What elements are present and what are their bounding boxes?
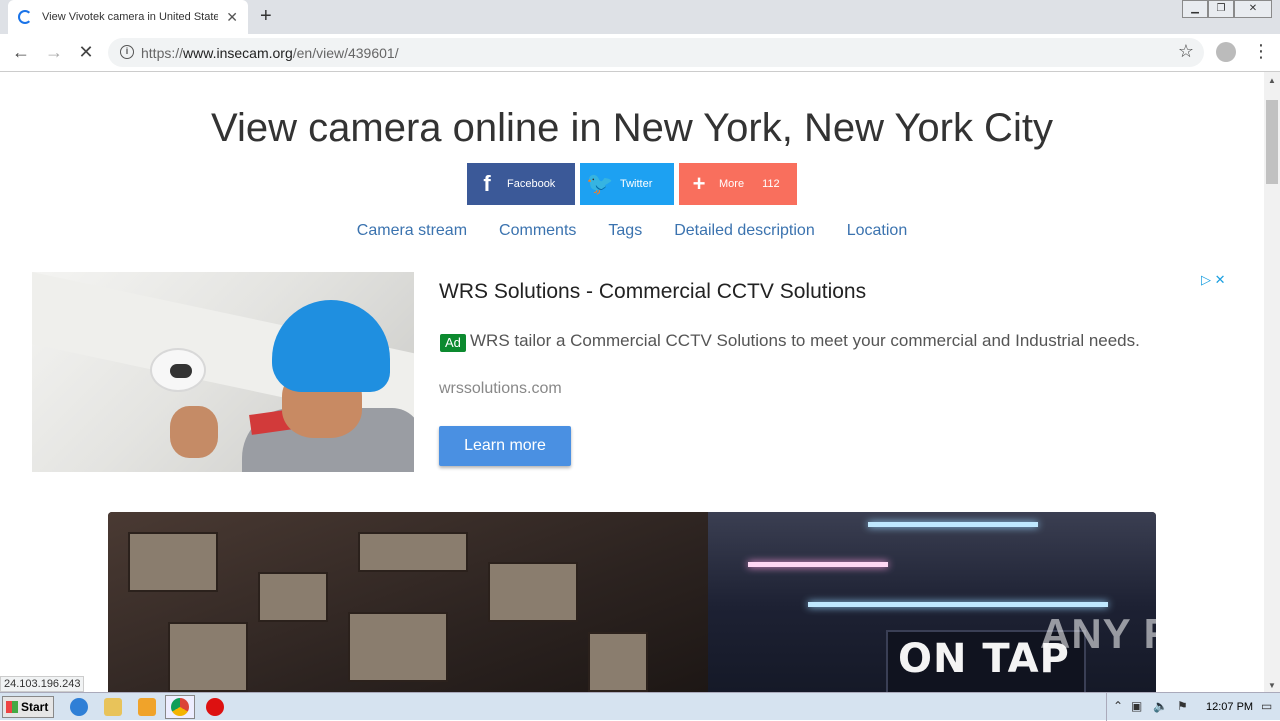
section-nav: Camera stream Comments Tags Detailed des… [0,222,1264,240]
more-share-label: More [719,178,745,190]
tab-title: View Vivotek camera in United States [42,11,218,23]
anyrun-watermark: ANY RUN [1040,610,1238,657]
wall-frame [588,632,648,692]
neon-light [808,602,1108,607]
facebook-share-button[interactable]: f Facebook [467,163,575,205]
windows-logo-icon [6,701,18,713]
facebook-share-label: Facebook [507,178,556,190]
wall-frame [168,622,248,692]
file-explorer-icon[interactable] [104,698,122,716]
show-hidden-icons-icon[interactable]: ⌃ [1113,699,1123,713]
volume-icon[interactable]: 🔈 [1153,699,1168,713]
wall-frame [258,572,328,622]
stop-loading-icon[interactable]: ✕ [75,41,97,63]
plus-icon: + [692,171,706,196]
url-path: /en/view/439601/ [292,45,399,61]
profile-avatar-icon[interactable] [1216,42,1236,62]
twitter-bird-icon: 🐦 [586,171,614,196]
new-tab-button[interactable]: + [260,5,272,27]
show-desktop-icon[interactable]: ▭ [1261,699,1272,713]
ad-lens [170,364,192,378]
scroll-down-arrow-icon[interactable]: ▼ [1268,681,1276,690]
ad-image[interactable] [32,272,414,472]
ad-dome-camera [150,348,206,392]
restore-button[interactable]: ❐ [1208,0,1234,18]
antivirus-icon[interactable] [206,698,224,716]
chrome-icon [171,698,189,716]
start-label: Start [21,700,49,714]
minimize-button[interactable]: ▁ [1182,0,1208,18]
nav-link-location[interactable]: Location [847,222,908,240]
browser-toolbar: ← → ✕ i https://www.insecam.org/en/view/… [0,34,1280,72]
camera-stream-image[interactable]: ON TAP [108,512,1156,692]
nav-link-tags[interactable]: Tags [608,222,642,240]
learn-more-button[interactable]: Learn more [439,426,571,466]
neon-light [748,562,888,567]
twitter-share-label: Twitter [620,178,653,190]
wall-frame [128,532,218,592]
wall-frame [488,562,578,622]
network-icon[interactable]: ▣ [1131,699,1142,713]
wall-frame [358,532,468,572]
close-window-button[interactable]: ✕ [1234,0,1272,18]
ad-worker-hand [170,406,218,458]
bookmark-star-icon[interactable]: ☆ [1178,41,1194,62]
ad-domain[interactable]: wrssolutions.com [439,380,562,398]
scrollbar-thumb[interactable] [1266,100,1278,184]
nav-link-camera-stream[interactable]: Camera stream [357,222,467,240]
page-title: View camera online in New York, New York… [211,106,1053,150]
internet-explorer-icon[interactable] [70,698,88,716]
nav-link-comments[interactable]: Comments [499,222,576,240]
close-tab-icon[interactable]: ✕ [226,9,238,25]
browser-tab[interactable]: View Vivotek camera in United States ✕ [8,0,248,34]
back-arrow-icon[interactable]: ← [10,41,32,63]
scroll-up-arrow-icon[interactable]: ▲ [1268,76,1276,85]
browser-menu-icon[interactable]: ⋮ [1252,40,1270,62]
wall-frame [348,612,448,682]
neon-light [868,522,1038,527]
status-bar-url: 24.103.196.243 [0,676,85,692]
taskbar-clock[interactable]: 12:07 PM [1206,701,1253,713]
ad-badge: Ad [440,334,466,352]
more-share-button[interactable]: + More 112 [679,163,797,205]
start-button[interactable]: Start [2,696,54,718]
loading-spinner-icon [18,10,32,24]
facebook-icon: f [483,171,491,196]
action-center-flag-icon[interactable]: ⚑ [1177,699,1188,713]
system-tray: ⌃ ▣ 🔈 ⚑ ▭ [1106,693,1280,721]
ad-description: WRS tailor a Commercial CCTV Solutions t… [470,331,1140,350]
address-bar[interactable]: i https://www.insecam.org/en/view/439601… [108,38,1204,67]
media-player-icon[interactable] [138,698,156,716]
site-info-icon[interactable]: i [120,45,134,59]
browser-titlebar: View Vivotek camera in United States ✕ +… [0,0,1280,34]
chrome-taskbar-button[interactable] [165,695,195,719]
ad-title[interactable]: WRS Solutions - Commercial CCTV Solution… [439,280,866,304]
page-viewport: View camera online in New York, New York… [0,72,1264,692]
url-scheme: https:// [141,45,184,61]
url-text[interactable]: https://www.insecam.org/en/view/439601/ [141,45,399,61]
forward-arrow-icon[interactable]: → [43,41,65,63]
vertical-scrollbar[interactable]: ▲ ▼ [1264,72,1280,692]
twitter-share-button[interactable]: 🐦 Twitter [580,163,674,205]
windows-taskbar: Start ⌃ ▣ 🔈 ⚑ ▭ 12:07 PM [0,692,1280,721]
url-host: www.insecam.org [183,45,293,61]
ad-choices-icon[interactable]: ▷ ✕ [1201,272,1226,288]
share-count: 112 [762,178,780,190]
nav-link-detailed-description[interactable]: Detailed description [674,222,815,240]
ad-worker-helmet [272,300,390,392]
